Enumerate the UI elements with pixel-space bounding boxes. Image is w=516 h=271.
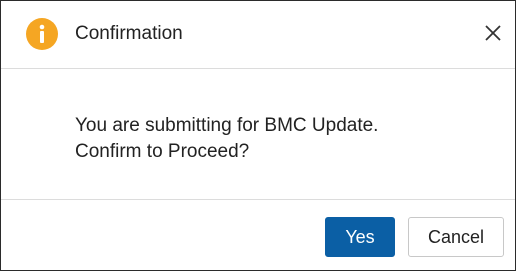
close-icon[interactable] [482, 22, 504, 44]
message-line-2: Confirm to Proceed? [75, 141, 250, 162]
yes-button[interactable]: Yes [325, 217, 395, 257]
info-icon [26, 18, 58, 50]
cancel-button[interactable]: Cancel [408, 217, 504, 257]
dialog-title: Confirmation [75, 23, 183, 44]
dialog-body: You are submitting for BMC Update. Confi… [1, 69, 515, 199]
confirmation-message: You are submitting for BMC Update. Confi… [75, 113, 378, 165]
dialog-header: Confirmation [1, 1, 515, 69]
dialog-footer: Yes Cancel [1, 199, 515, 271]
confirmation-dialog: Confirmation You are submitting for BMC … [0, 0, 516, 271]
message-line-1: You are submitting for BMC Update. [75, 115, 379, 136]
